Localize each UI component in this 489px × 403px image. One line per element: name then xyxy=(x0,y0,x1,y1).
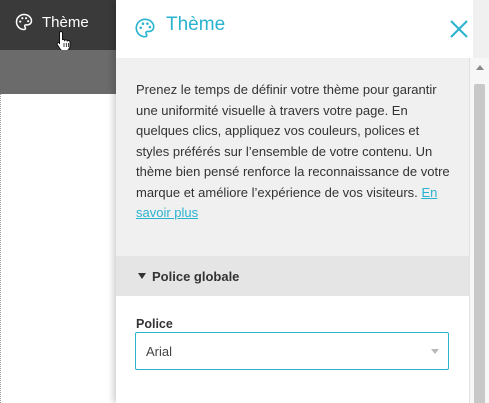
chevron-down-icon xyxy=(431,349,439,354)
secondary-toolbar xyxy=(0,50,118,94)
panel-header: Thème xyxy=(116,0,473,58)
theme-panel: Thème Prenez le temps de définir votre t… xyxy=(116,0,489,403)
panel-scrollbar[interactable] xyxy=(469,58,489,403)
intro-paragraph: Prenez le temps de définir votre thème p… xyxy=(136,82,450,200)
scroll-up-icon[interactable] xyxy=(476,65,484,70)
close-icon[interactable] xyxy=(448,18,470,40)
font-field-label: Police xyxy=(136,317,173,331)
palette-icon xyxy=(15,13,33,31)
intro-text: Prenez le temps de définir votre thème p… xyxy=(136,80,452,224)
section-title: Police globale xyxy=(152,268,240,284)
caret-down-icon xyxy=(138,273,146,279)
theme-menu-button[interactable]: Thème xyxy=(14,0,89,44)
hand-pointer-icon xyxy=(56,30,71,52)
editor-canvas xyxy=(0,94,118,403)
global-font-section-header[interactable]: Police globale xyxy=(116,256,469,296)
palette-icon xyxy=(135,18,155,38)
font-select-value: Arial xyxy=(146,344,173,359)
theme-menu-label: Thème xyxy=(42,13,89,31)
panel-title: Thème xyxy=(166,14,226,35)
font-select[interactable]: Arial xyxy=(135,332,449,370)
global-font-section: Police Arial xyxy=(116,296,469,403)
scroll-thumb[interactable] xyxy=(474,84,485,403)
canvas-guide xyxy=(0,94,2,403)
